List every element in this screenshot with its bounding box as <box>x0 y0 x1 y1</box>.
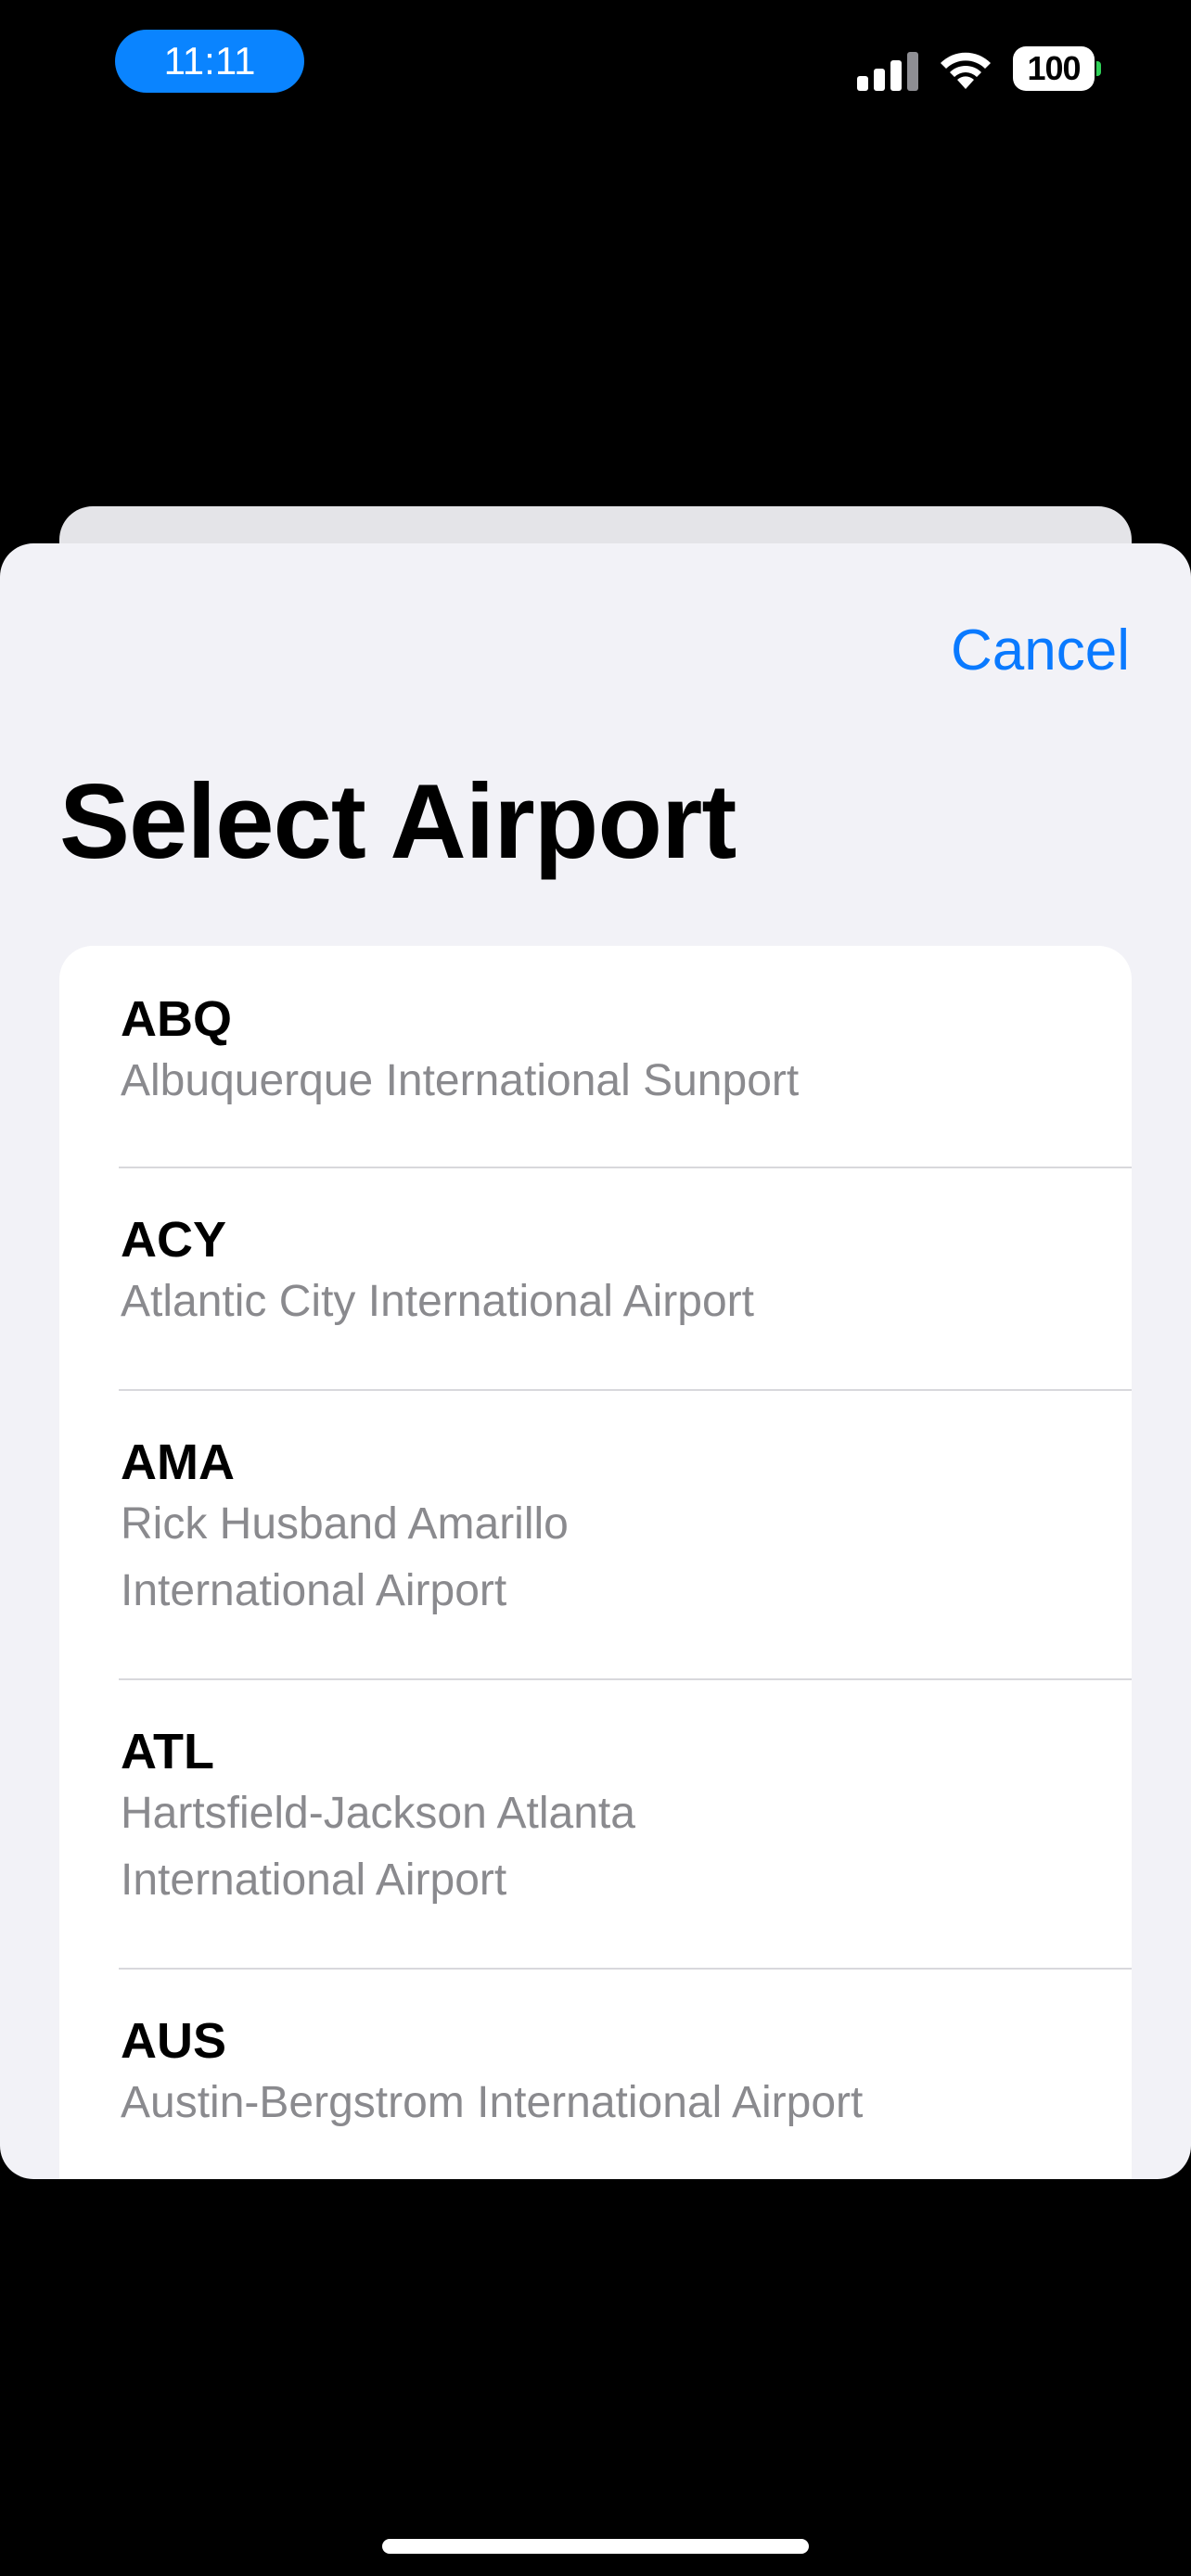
signal-icon <box>857 52 918 91</box>
home-indicator[interactable] <box>382 2539 809 2554</box>
airport-name: Austin-Bergstrom International Airport <box>121 2078 864 2127</box>
airport-code: AMA <box>121 1435 235 1490</box>
airport-list: ABQ Albuquerque International Sunport AC… <box>59 946 1132 2179</box>
select-airport-sheet: Cancel Select Airport ABQ Albuquerque In… <box>0 543 1191 2179</box>
airport-name: Albuquerque International Sunport <box>121 1056 800 1105</box>
status-time: 11:11 <box>115 30 304 93</box>
battery-icon: 100 <box>1013 46 1095 91</box>
battery-level: 100 <box>1027 49 1081 87</box>
airport-code: AUS <box>121 2013 227 2069</box>
wifi-icon <box>941 52 991 89</box>
battery-charging-indicator <box>1096 61 1101 76</box>
page-title: Select Airport <box>59 763 736 881</box>
airport-name: Atlantic City International Airport <box>121 1277 754 1326</box>
airport-code: ACY <box>121 1212 227 1268</box>
airport-code: ATL <box>121 1724 214 1779</box>
list-item-atl[interactable]: ATL Hartsfield-Jackson Atlanta Internati… <box>59 1680 1132 1968</box>
airport-code: ABQ <box>121 991 232 1047</box>
airport-name: Rick Husband Amarillo International Airp… <box>121 1499 569 1615</box>
list-item-acy[interactable]: ACY Atlantic City International Airport <box>59 1168 1132 1389</box>
airport-name: Hartsfield-Jackson Atlanta International… <box>121 1789 635 1905</box>
cancel-button[interactable]: Cancel <box>951 618 1130 683</box>
list-item-ama[interactable]: AMA Rick Husband Amarillo International … <box>59 1391 1132 1678</box>
list-item-aus[interactable]: AUS Austin-Bergstrom International Airpo… <box>59 1970 1132 2179</box>
list-item-abq[interactable]: ABQ Albuquerque International Sunport <box>59 946 1132 1167</box>
